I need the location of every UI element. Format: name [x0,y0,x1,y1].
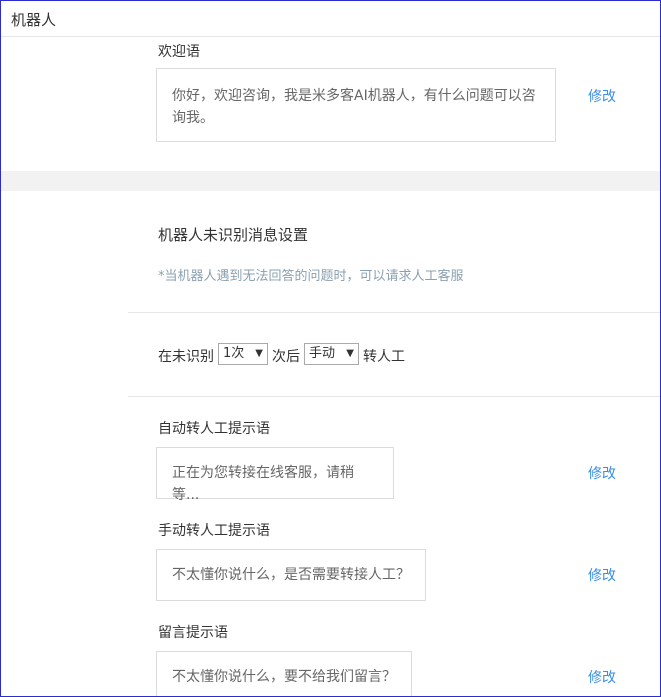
manual-prompt-edit-link[interactable]: 修改 [588,565,616,585]
section-separator [1,171,660,191]
rule-suffix: 转人工 [363,349,405,365]
message-prompt-label: 留言提示语 [158,625,228,641]
transfer-mode-value: 手动 [309,346,336,361]
unrecognized-hint: *当机器人遇到无法回答的问题时，可以请求人工客服 [158,269,464,284]
caret-down-icon: ▼ [255,348,263,359]
welcome-text: 你好，欢迎咨询，我是米多客AI机器人，有什么问题可以咨询我。 [172,88,536,126]
message-prompt-text-box: 不太懂你说什么，要不给我们留言？ [156,651,412,696]
auto-prompt-text: 正在为您转接在线客服，请稍等... [172,465,354,503]
manual-prompt-text: 不太懂你说什么，是否需要转接人工？ [172,567,410,583]
welcome-edit-link[interactable]: 修改 [588,86,616,106]
rule-middle: 次后 [272,349,300,365]
welcome-text-box: 你好，欢迎咨询，我是米多客AI机器人，有什么问题可以咨询我。 [156,68,556,142]
settings-divider-2 [128,396,660,397]
message-prompt-text: 不太懂你说什么，要不给我们留言？ [172,669,396,685]
message-prompt-edit-link[interactable]: 修改 [588,667,616,687]
auto-prompt-text-box: 正在为您转接在线客服，请稍等... [156,447,394,503]
settings-divider-1 [128,312,660,313]
transfer-mode-select[interactable]: 手动 ▼ [304,343,359,365]
caret-down-icon: ▼ [346,348,354,359]
auto-prompt-edit-link[interactable]: 修改 [588,463,616,483]
unrecognized-count-select[interactable]: 1次 ▼ [218,343,268,365]
auto-prompt-label: 自动转人工提示语 [158,421,270,437]
manual-prompt-text-box: 不太懂你说什么，是否需要转接人工？ [156,549,426,601]
manual-prompt-label: 手动转人工提示语 [158,523,270,539]
robot-settings-panel: 机器人 欢迎语 你好，欢迎咨询，我是米多客AI机器人，有什么问题可以咨询我。 修… [0,0,661,697]
rule-prefix: 在未识别 [158,349,214,365]
welcome-label: 欢迎语 [158,44,200,60]
unrecognized-section-title: 机器人未识别消息设置 [158,226,309,244]
page-title: 机器人 [11,11,57,29]
header-divider [1,36,660,37]
unrecognized-count-value: 1次 [223,346,245,361]
